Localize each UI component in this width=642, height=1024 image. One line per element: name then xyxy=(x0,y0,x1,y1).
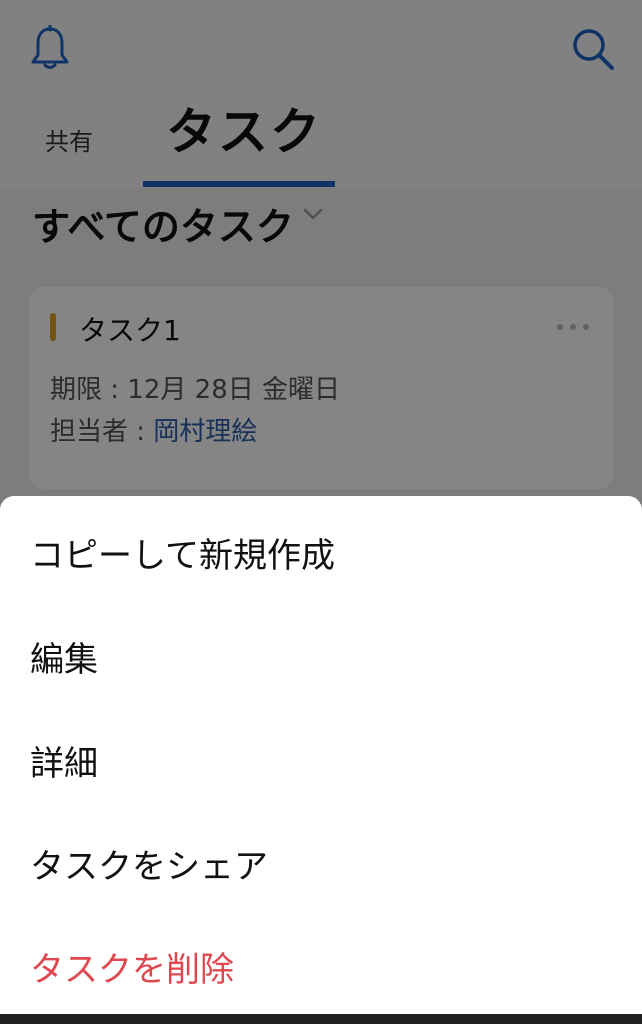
edit-item[interactable]: 編集 xyxy=(30,632,98,681)
system-bar xyxy=(0,1014,642,1024)
action-sheet: コピーして新規作成 編集 詳細 タスクをシェア タスクを削除 xyxy=(0,496,642,1014)
copy-new-task-item[interactable]: コピーして新規作成 xyxy=(30,528,335,577)
share-task-item[interactable]: タスクをシェア xyxy=(30,839,268,888)
details-item[interactable]: 詳細 xyxy=(30,736,98,785)
app-screen: 共有 タスク すべてのタスク タスク1 期限 : 12月 28日 金曜日 担当者… xyxy=(0,0,642,1024)
delete-task-item[interactable]: タスクを削除 xyxy=(30,942,234,991)
